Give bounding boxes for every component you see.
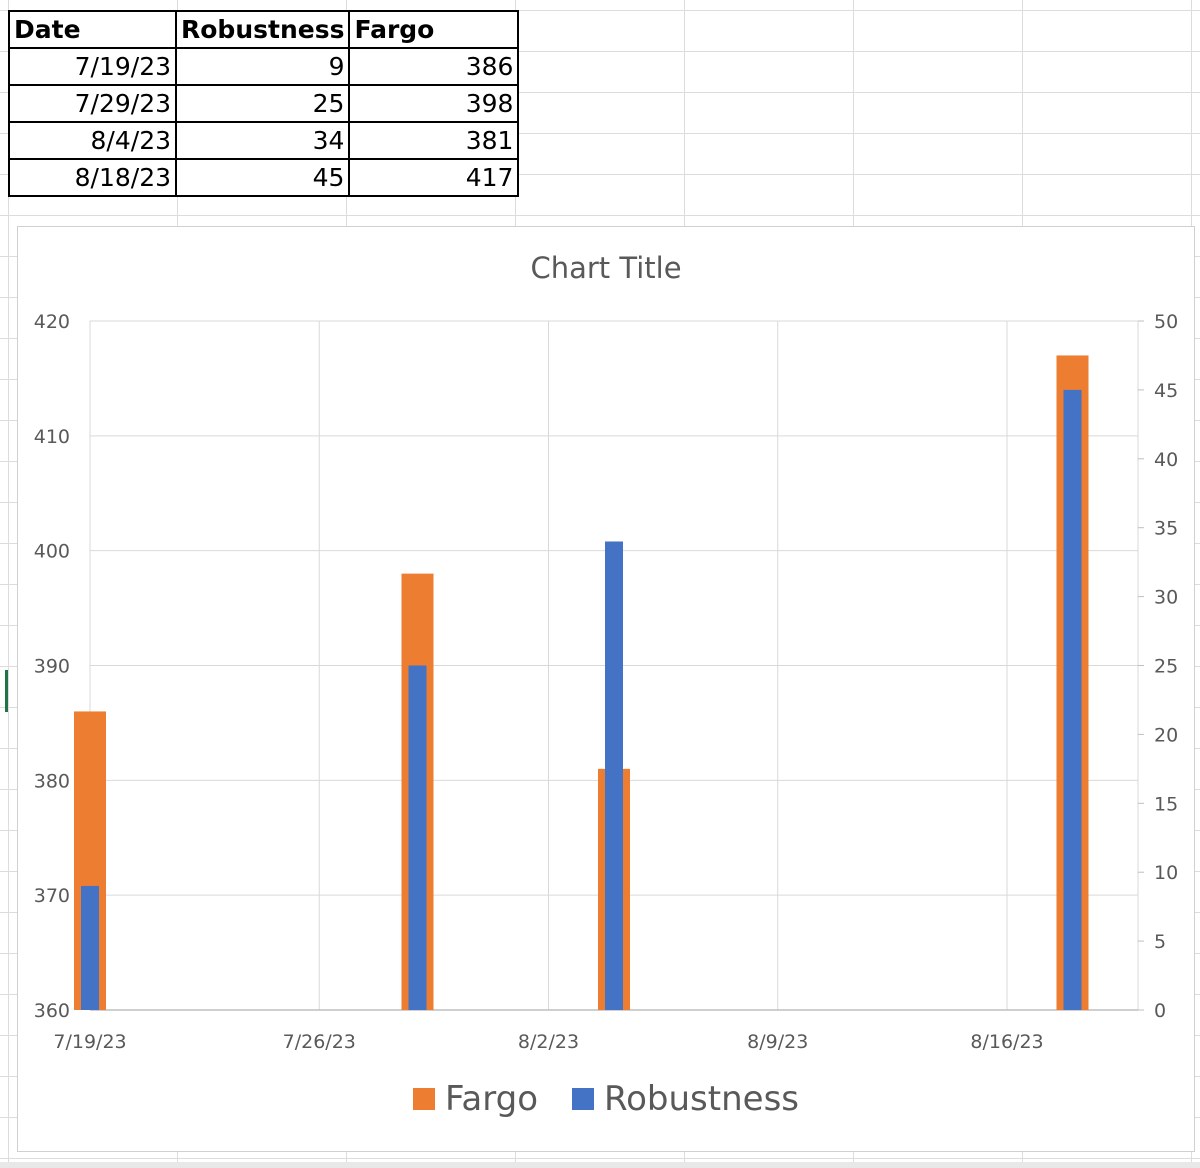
cell-fargo[interactable]: 386 <box>348 47 520 86</box>
cell-fargo[interactable]: 381 <box>348 121 520 160</box>
x-tick-label: 8/2/23 <box>518 1031 579 1053</box>
y2-tick-label: 50 <box>1154 311 1178 333</box>
table-row: 8/18/23 45 417 <box>8 158 520 197</box>
y-tick-label: 390 <box>34 656 70 678</box>
y2-tick-label: 10 <box>1154 862 1178 884</box>
cell-date[interactable]: 8/4/23 <box>8 121 177 160</box>
header-fargo[interactable]: Fargo <box>348 10 520 49</box>
cell-fargo[interactable]: 417 <box>348 158 520 197</box>
y2-tick-label: 45 <box>1154 380 1178 402</box>
y-tick-label: 360 <box>34 1000 70 1022</box>
cell-date[interactable]: 7/29/23 <box>8 84 177 123</box>
y-tick-label: 370 <box>34 885 70 907</box>
chart-plot: 360 370 380 390 400 410 420 0 5 10 15 20 25 30 35 40 45 5… <box>34 311 1178 1053</box>
legend-item-robustness[interactable]: Robustness <box>572 1079 799 1119</box>
cell-robustness[interactable]: 45 <box>174 158 351 197</box>
y2-tick-label: 30 <box>1154 587 1178 609</box>
table-row: 7/29/23 25 398 <box>8 84 520 123</box>
legend-item-fargo[interactable]: Fargo <box>412 1079 539 1119</box>
y2-tick-label: 35 <box>1154 518 1178 540</box>
y2-tick-label: 25 <box>1154 656 1178 678</box>
bar-robustness <box>408 665 427 1010</box>
legend-swatch-robustness <box>572 1088 595 1110</box>
y-tick-label: 400 <box>34 541 70 563</box>
cell-date[interactable]: 7/19/23 <box>8 47 177 86</box>
cell-robustness[interactable]: 9 <box>174 47 351 86</box>
table-header-row: Date Robustness Fargo <box>8 10 520 49</box>
header-date[interactable]: Date <box>8 10 177 49</box>
legend-label-robustness: Robustness <box>604 1079 799 1119</box>
y2-tick-label: 5 <box>1154 931 1166 953</box>
table-row: 7/19/23 9 386 <box>8 47 520 86</box>
bar-robustness <box>81 885 99 1010</box>
bar-robustness <box>1063 389 1082 1010</box>
cell-robustness[interactable]: 25 <box>174 84 351 123</box>
y2-tick-label: 20 <box>1154 724 1178 746</box>
sheet-tab-strip <box>0 1162 1200 1168</box>
y2-tick-label: 15 <box>1154 793 1178 815</box>
y-tick-label: 420 <box>34 311 70 333</box>
selection-marker <box>5 670 8 712</box>
y-tick-label: 380 <box>34 770 70 792</box>
data-table: Date Robustness Fargo 7/19/23 9 386 7/29… <box>8 10 520 197</box>
header-robustness[interactable]: Robustness <box>174 10 351 49</box>
x-tick-label: 8/16/23 <box>970 1031 1043 1053</box>
table-row: 8/4/23 34 381 <box>8 121 520 160</box>
y2-tick-label: 40 <box>1154 449 1178 471</box>
legend-label-fargo: Fargo <box>444 1079 539 1119</box>
y2-tick-label: 0 <box>1154 1000 1166 1022</box>
chart-legend[interactable]: Fargo Robustness <box>18 1079 1194 1119</box>
y-tick-label: 410 <box>34 426 70 448</box>
cell-fargo[interactable]: 398 <box>348 84 520 123</box>
cell-date[interactable]: 8/18/23 <box>8 158 177 197</box>
cell-robustness[interactable]: 34 <box>174 121 351 160</box>
legend-swatch-fargo <box>412 1088 435 1110</box>
bar-robustness <box>605 541 623 1010</box>
x-tick-label: 7/19/23 <box>53 1031 126 1053</box>
x-tick-label: 7/26/23 <box>283 1031 356 1053</box>
chart-area[interactable]: Chart Title 360 370 380 390 400 410 420 0 5 10 15 2… <box>17 226 1195 1152</box>
x-tick-label: 8/9/23 <box>747 1031 808 1053</box>
